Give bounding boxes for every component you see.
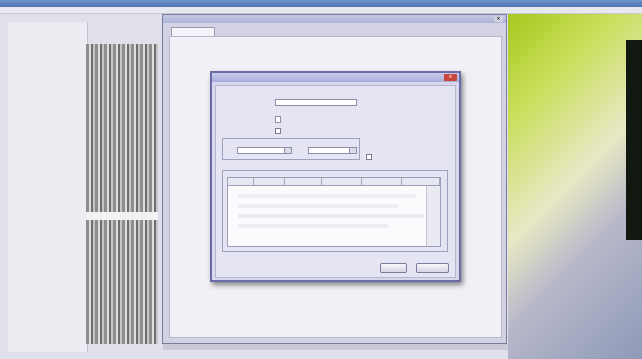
ok-button[interactable] <box>380 263 407 273</box>
column-header[interactable] <box>285 178 322 185</box>
quotation-list[interactable] <box>227 177 441 247</box>
include-date-checkbox[interactable] <box>275 128 281 134</box>
app-menu-text[interactable] <box>0 7 642 9</box>
column-header[interactable] <box>402 178 440 185</box>
column-header[interactable] <box>228 178 254 185</box>
quotation-list-header <box>228 178 440 186</box>
column-header[interactable] <box>322 178 362 185</box>
select-quotation-title-caption <box>307 75 367 80</box>
list-item[interactable] <box>238 224 388 228</box>
column-header[interactable] <box>254 178 285 185</box>
quotation-no-input[interactable] <box>275 99 357 106</box>
list-item[interactable] <box>238 204 398 208</box>
background-artwork-edge <box>626 40 642 240</box>
list-scrollbar[interactable] <box>426 186 440 246</box>
close-icon[interactable]: × <box>494 16 503 22</box>
select-quotation-dialog: × <box>210 71 461 282</box>
quotation-list-group <box>222 170 448 252</box>
date-from-select[interactable] <box>237 147 292 154</box>
background-artwork <box>508 14 642 359</box>
chevron-down-icon[interactable] <box>349 148 356 153</box>
select-devices-title-bar[interactable] <box>163 15 506 23</box>
cancel-button[interactable] <box>416 263 449 273</box>
show-all-checkbox[interactable] <box>366 154 372 160</box>
date-range-group <box>222 138 360 160</box>
column-header[interactable] <box>362 178 402 185</box>
app-menu-bar[interactable] <box>0 7 642 14</box>
close-icon[interactable]: × <box>444 74 457 81</box>
app-title-bar <box>0 0 642 7</box>
select-quotation-panel <box>215 85 456 278</box>
list-item[interactable] <box>238 214 424 218</box>
striped-graphic-gap <box>86 212 158 220</box>
left-pane <box>8 22 88 352</box>
chevron-down-icon[interactable] <box>284 148 291 153</box>
include-date-label <box>226 129 266 135</box>
app-title <box>0 0 642 2</box>
customer-name-label <box>226 117 266 123</box>
striped-graphic <box>86 44 158 344</box>
list-item[interactable] <box>238 194 416 198</box>
quotation-no-label <box>226 100 266 106</box>
date-to-select[interactable] <box>308 147 357 154</box>
select-devices-footer <box>163 344 508 350</box>
customer-name-input[interactable] <box>275 116 281 123</box>
